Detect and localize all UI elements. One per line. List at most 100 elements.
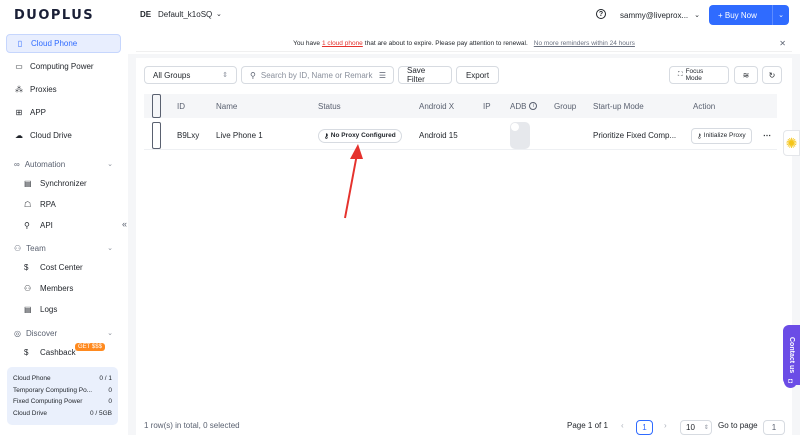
workspace-badge: DE bbox=[140, 10, 152, 19]
get-money-badge: GET $$$ bbox=[75, 343, 105, 351]
search-input[interactable]: ⚲ Search by ID, Name or Remark ☰ bbox=[241, 66, 394, 84]
row-checkbox[interactable] bbox=[152, 122, 161, 149]
sidebar-item-app[interactable]: ⊞ APP bbox=[6, 103, 121, 122]
close-icon[interactable]: ✕ bbox=[779, 39, 786, 48]
sidebar: DUOPLUS ▯ Cloud Phone ▭ Computing Power … bbox=[0, 0, 128, 435]
dollar-icon: $ bbox=[24, 347, 29, 357]
column-action[interactable]: Action bbox=[693, 94, 715, 118]
workspace-selector[interactable]: Default_k1oSQ bbox=[158, 10, 212, 19]
usage-summary: Cloud Phone 0 / 1 Temporary Computing Po.… bbox=[7, 367, 118, 425]
app-logo[interactable]: DUOPLUS bbox=[14, 8, 94, 23]
select-arrows-icon: ⇕ bbox=[222, 72, 228, 79]
select-arrows-icon: ⇕ bbox=[703, 425, 709, 431]
cost-icon: $ bbox=[24, 262, 29, 272]
next-page-icon[interactable]: › bbox=[664, 421, 667, 430]
logs-icon: ▤ bbox=[24, 304, 32, 314]
sidebar-item-members[interactable]: ⚇ Members bbox=[16, 279, 121, 297]
column-name[interactable]: Name bbox=[216, 94, 237, 118]
red-arrow-annotation bbox=[344, 144, 363, 219]
key-icon: ⚷ bbox=[697, 132, 702, 140]
focus-icon: ⛶ bbox=[678, 71, 683, 78]
sidebar-group-team[interactable]: ⚇ Team ⌄ bbox=[6, 240, 121, 256]
adb-toggle[interactable] bbox=[510, 122, 530, 149]
filter-icon[interactable]: ☰ bbox=[379, 71, 386, 80]
column-adb[interactable]: ADB i bbox=[510, 94, 538, 118]
row-id: B9Lxy bbox=[177, 131, 200, 140]
save-filter-button[interactable]: Save Filter bbox=[398, 66, 452, 84]
cloud-icon: ☁ bbox=[15, 131, 23, 140]
group-select[interactable]: All Groups ⇕ bbox=[144, 66, 237, 84]
sidebar-item-proxies[interactable]: ⁂ Proxies bbox=[6, 80, 121, 99]
row-startup-mode: Prioritize Fixed Comp... bbox=[593, 131, 677, 140]
dismiss-reminder-link[interactable]: No more reminders within 24 hours bbox=[534, 40, 635, 47]
chevron-down-icon: ⌄ bbox=[107, 245, 113, 252]
chevron-down-icon[interactable]: ⌄ bbox=[773, 11, 789, 19]
row-android: Android 15 bbox=[419, 131, 458, 140]
select-all-checkbox[interactable] bbox=[152, 94, 161, 118]
discover-icon: ◎ bbox=[14, 328, 21, 338]
column-group[interactable]: Group bbox=[554, 94, 576, 118]
robot-icon: ☖ bbox=[24, 199, 32, 209]
status-badge[interactable]: ⚷ No Proxy Configured bbox=[318, 128, 402, 143]
chevron-down-icon[interactable]: ⌄ bbox=[216, 10, 222, 18]
initialize-proxy-cell: ⚷ Initialize Proxy bbox=[691, 122, 752, 149]
arrow-shaft bbox=[344, 153, 358, 219]
column-ip[interactable]: IP bbox=[483, 94, 491, 118]
column-status[interactable]: Status bbox=[318, 94, 341, 118]
chevron-down-icon: ⌄ bbox=[107, 161, 113, 168]
expiry-notice: You have 1 cloud phone that are about to… bbox=[136, 36, 792, 52]
focus-mode-button[interactable]: ⛶ Focus Mode bbox=[669, 66, 729, 84]
sidebar-item-cloud-drive[interactable]: ☁ Cloud Drive bbox=[6, 126, 121, 145]
info-icon[interactable]: i bbox=[529, 102, 538, 110]
sidebar-group-discover[interactable]: ◎ Discover ⌄ bbox=[6, 325, 121, 341]
sidebar-item-synchronizer[interactable]: ▤ Synchronizer bbox=[16, 174, 121, 192]
settings-sliders-icon[interactable]: ≋ bbox=[734, 66, 758, 84]
row-name[interactable]: Live Phone 1 bbox=[216, 122, 263, 149]
buy-now-button[interactable]: + Buy Now ⌄ bbox=[709, 5, 789, 25]
sidebar-item-rpa[interactable]: ☖ RPA bbox=[16, 195, 121, 213]
goto-page-input[interactable]: 1 bbox=[763, 420, 785, 435]
prev-page-icon[interactable]: ‹ bbox=[621, 421, 624, 430]
sidebar-item-logs[interactable]: ▤ Logs bbox=[16, 300, 121, 318]
monitor-icon: ▭ bbox=[15, 62, 23, 71]
chevron-down-icon: ⌄ bbox=[107, 330, 113, 337]
sidebar-item-cashback[interactable]: $ Cashback bbox=[16, 343, 121, 361]
sidebar-item-computing-power[interactable]: ▭ Computing Power bbox=[6, 57, 121, 76]
network-icon: ⁂ bbox=[15, 85, 23, 94]
more-actions-icon[interactable]: ⋯ bbox=[763, 122, 771, 149]
team-icon: ⚇ bbox=[14, 243, 22, 253]
collapse-sidebar-icon[interactable]: « bbox=[122, 219, 127, 229]
sidebar-item-cost-center[interactable]: $ Cost Center bbox=[16, 258, 121, 276]
chevron-down-icon: ⌄ bbox=[694, 12, 700, 19]
column-android[interactable]: Android X bbox=[419, 94, 454, 118]
export-button[interactable]: Export bbox=[456, 66, 499, 84]
apps-icon: ⊞ bbox=[15, 108, 23, 117]
sidebar-group-automation[interactable]: ∞ Automation ⌄ bbox=[6, 156, 121, 172]
page-info: Page 1 of 1 bbox=[567, 421, 608, 430]
search-icon: ⚲ bbox=[250, 70, 256, 80]
sync-icon: ▤ bbox=[24, 178, 32, 188]
column-id[interactable]: ID bbox=[177, 94, 185, 118]
sun-icon[interactable]: ✺ bbox=[783, 130, 800, 156]
initialize-proxy-button[interactable]: ⚷ Initialize Proxy bbox=[691, 127, 752, 144]
top-bar: DE Default_k1oSQ ⌄ ? sammy@liveprox... ⌄… bbox=[128, 0, 800, 32]
refresh-icon[interactable]: ↻ bbox=[762, 66, 782, 84]
expiring-phone-link[interactable]: 1 cloud phone bbox=[322, 40, 363, 47]
usage-row: Cloud Drive 0 / 5GB bbox=[13, 409, 112, 417]
user-menu[interactable]: sammy@liveprox... ⌄ bbox=[614, 7, 702, 23]
sidebar-item-api[interactable]: ⚲ API bbox=[16, 216, 121, 234]
table-row[interactable]: B9Lxy Live Phone 1 ⚷ No Proxy Configured… bbox=[144, 122, 777, 150]
page-size-select[interactable]: 10 ⇕ bbox=[680, 420, 712, 435]
usage-row: Fixed Computing Power 0 bbox=[13, 398, 112, 406]
sidebar-item-cloud-phone[interactable]: ▯ Cloud Phone bbox=[6, 34, 121, 53]
help-icon[interactable]: ? bbox=[596, 9, 606, 19]
table-summary: 1 row(s) in total, 0 selected bbox=[144, 421, 240, 430]
goto-label: Go to page bbox=[718, 421, 758, 430]
phone-icon: ▯ bbox=[17, 39, 23, 48]
column-startup-mode[interactable]: Start-up Mode bbox=[593, 94, 644, 118]
page-1-button[interactable]: 1 bbox=[636, 420, 653, 435]
api-icon: ⚲ bbox=[24, 220, 30, 230]
chat-icon[interactable]: ◘ bbox=[784, 375, 797, 388]
automation-icon: ∞ bbox=[14, 159, 20, 169]
usage-row: Cloud Phone 0 / 1 bbox=[13, 375, 112, 383]
